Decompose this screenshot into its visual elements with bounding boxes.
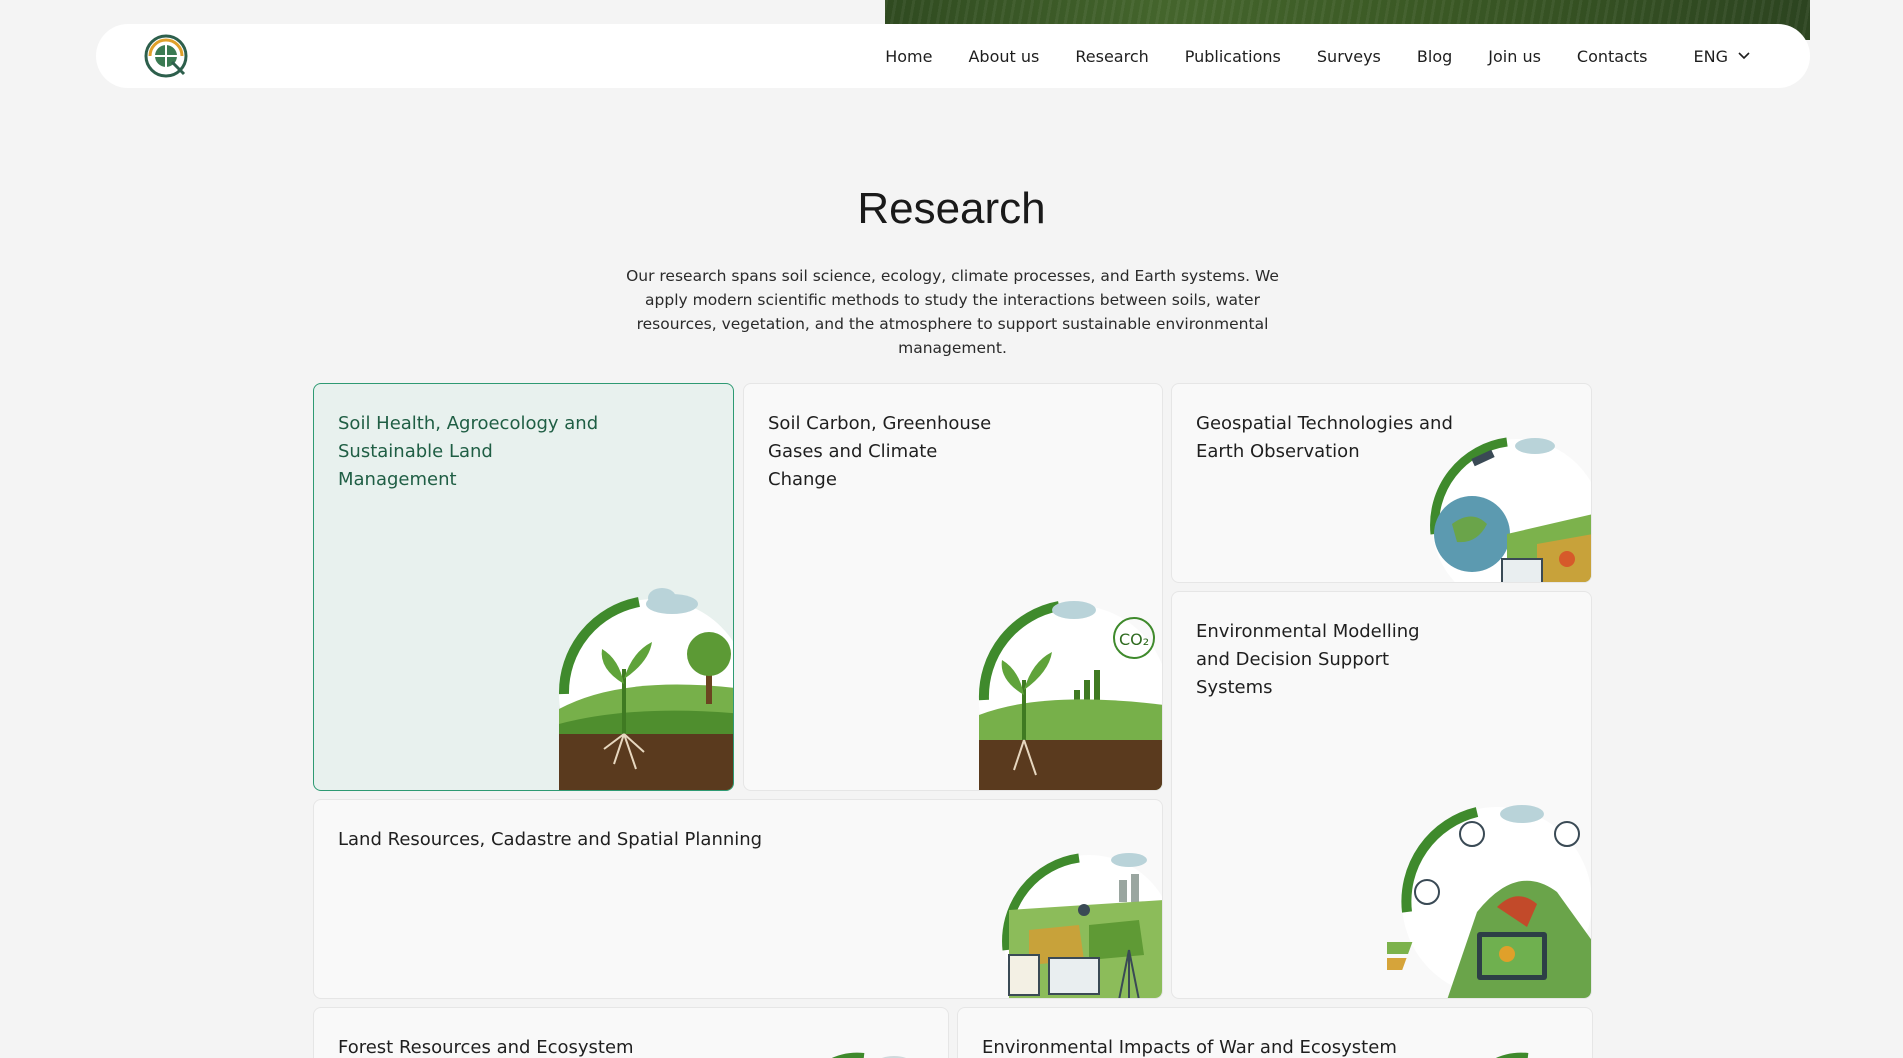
research-card-geospatial[interactable]: Geospatial Technologies and Earth Observ… [1171, 383, 1592, 583]
card-title: Environmental Modelling and Decision Sup… [1196, 621, 1420, 698]
page-intro: Our research spans soil science, ecology… [626, 267, 1279, 357]
logo-icon[interactable] [142, 32, 190, 80]
main-nav: Home About us Research Publications Surv… [849, 24, 1750, 88]
modelling-illustration-icon [1387, 805, 1591, 998]
forest-illustration-icon [831, 1052, 906, 1058]
nav-join-us[interactable]: Join us [1488, 47, 1541, 66]
page-title: Research [857, 184, 1046, 233]
soil-carbon-illustration-icon: CO₂ [978, 601, 1162, 790]
geospatial-illustration-icon [1430, 437, 1591, 582]
nav-contacts[interactable]: Contacts [1577, 47, 1648, 66]
card-title: Soil Carbon, Greenhouse Gases and Climat… [768, 413, 992, 490]
language-label: ENG [1693, 46, 1728, 66]
navbar: Home About us Research Publications Surv… [96, 24, 1810, 88]
card-title: Soil Health, Agroecology and Sustainable… [338, 413, 599, 490]
war-impacts-illustration-icon [1495, 1052, 1529, 1058]
nav-publications[interactable]: Publications [1185, 47, 1281, 66]
nav-surveys[interactable]: Surveys [1317, 47, 1381, 66]
research-card-war-impacts[interactable]: Environmental Impacts of War and Ecosyst… [957, 1007, 1593, 1058]
research-card-environmental-modelling[interactable]: Environmental Modelling and Decision Sup… [1171, 591, 1592, 999]
nav-research[interactable]: Research [1075, 47, 1148, 66]
research-card-soil-health[interactable]: Soil Health, Agroecology and Sustainable… [313, 383, 734, 791]
co2-label: CO₂ [1119, 630, 1149, 649]
language-selector[interactable]: ENG [1694, 47, 1750, 66]
nav-about-us[interactable]: About us [968, 47, 1039, 66]
land-resources-illustration-icon [1002, 853, 1162, 998]
nav-blog[interactable]: Blog [1417, 47, 1452, 66]
research-card-forest-resources[interactable]: Forest Resources and Ecosystem [313, 1007, 949, 1058]
soil-health-illustration-icon [558, 588, 733, 790]
card-title: Land Resources, Cadastre and Spatial Pla… [338, 829, 763, 850]
chevron-down-icon [1738, 52, 1750, 60]
research-card-soil-carbon[interactable]: Soil Carbon, Greenhouse Gases and Climat… [743, 383, 1163, 791]
card-title: Environmental Impacts of War and Ecosyst… [982, 1037, 1397, 1058]
card-title: Forest Resources and Ecosystem [338, 1037, 634, 1058]
nav-home[interactable]: Home [885, 47, 932, 66]
research-card-land-resources[interactable]: Land Resources, Cadastre and Spatial Pla… [313, 799, 1163, 999]
